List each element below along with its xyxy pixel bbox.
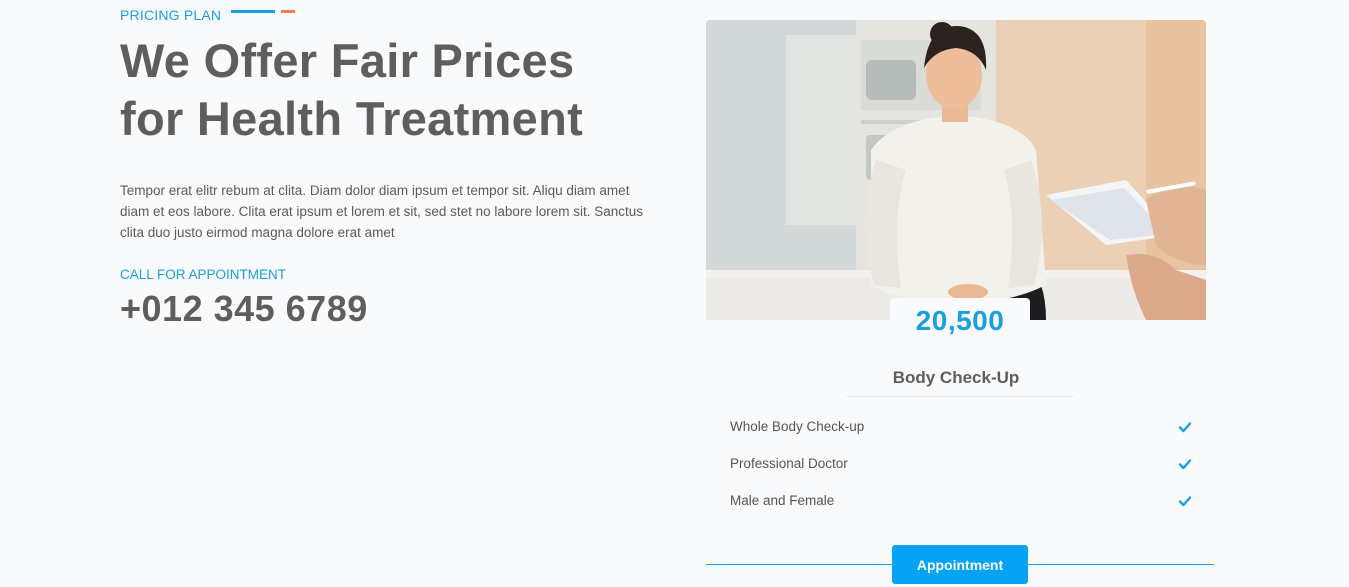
price-box: 20,500 bbox=[890, 298, 1030, 344]
patient-photo bbox=[706, 20, 1206, 320]
section-subtitle: PRICING PLAN bbox=[120, 7, 222, 23]
page-title: We Offer Fair Prices for Health Treatmen… bbox=[120, 32, 660, 148]
check-icon bbox=[1178, 495, 1192, 506]
pricing-card: 20,500 Body Check-Up Whole Body Check-up… bbox=[706, 20, 1214, 587]
check-icon bbox=[1178, 421, 1192, 432]
pricing-intro: PRICING PLAN We Offer Fair Prices for He… bbox=[120, 0, 660, 330]
appointment-button[interactable]: Appointment bbox=[892, 545, 1028, 584]
phone-number: +012 345 6789 bbox=[120, 288, 368, 329]
check-icon bbox=[1178, 458, 1192, 469]
call-label: CALL FOR APPOINTMENT bbox=[120, 267, 287, 282]
decoration-bar-blue bbox=[231, 9, 276, 13]
feature-label: Whole Body Check-up bbox=[730, 419, 865, 434]
section-subtitle-row: PRICING PLAN bbox=[120, 0, 660, 30]
decoration-bar-orange bbox=[281, 9, 296, 13]
title-line-2: for Health Treatment bbox=[120, 92, 584, 145]
feature-item: Whole Body Check-up bbox=[730, 408, 1200, 445]
feature-item: Male and Female bbox=[730, 482, 1200, 519]
feature-label: Professional Doctor bbox=[730, 456, 848, 471]
plan-title: Body Check-Up bbox=[892, 368, 1020, 387]
subtitle-decoration bbox=[231, 9, 296, 13]
plan-price: 20,500 bbox=[915, 305, 1005, 336]
plan-title-divider bbox=[846, 396, 1074, 397]
section-description: Tempor erat elitr rebum at clita. Diam d… bbox=[120, 183, 643, 240]
feature-list: Whole Body Check-up Professional Doctor … bbox=[730, 408, 1200, 519]
feature-item: Professional Doctor bbox=[730, 445, 1200, 482]
feature-label: Male and Female bbox=[730, 493, 835, 508]
title-line-1: We Offer Fair Prices bbox=[120, 34, 575, 87]
